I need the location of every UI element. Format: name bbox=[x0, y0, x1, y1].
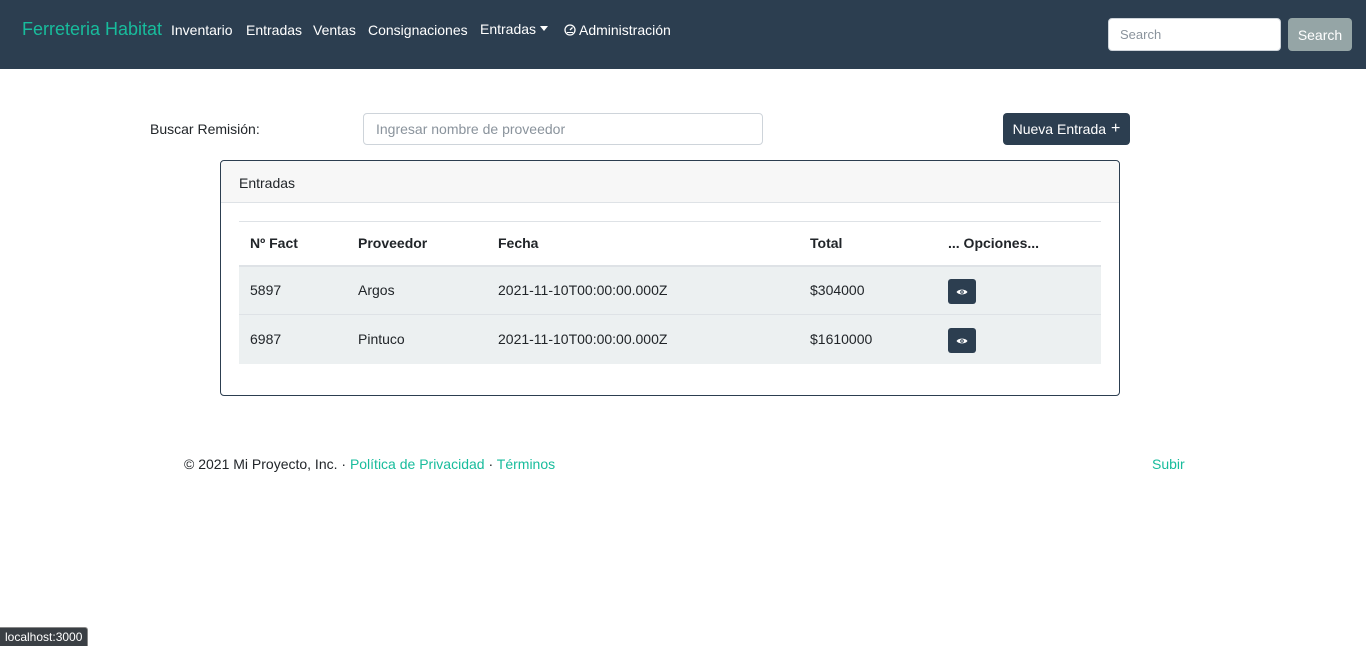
navbar-search-input[interactable] bbox=[1108, 18, 1281, 51]
nav-link-entradas[interactable]: Entradas bbox=[246, 22, 302, 38]
cell-proveedor: Argos bbox=[347, 265, 487, 315]
status-bar-url: localhost:3000 bbox=[0, 627, 89, 646]
table-row: 5897 Argos 2021-11-10T00:00:00.000Z $304… bbox=[239, 265, 1101, 315]
copyright-text: © 2021 Mi Proyecto, Inc. · bbox=[184, 456, 350, 472]
brand-link[interactable]: Ferreteria Habitat bbox=[22, 19, 162, 40]
new-entry-label: Nueva Entrada bbox=[1012, 121, 1107, 137]
caret-down-icon bbox=[540, 26, 549, 31]
top-navbar: Ferreteria Habitat Inventario Entradas V… bbox=[0, 0, 1366, 69]
nav-link-administracion[interactable]: Administración bbox=[564, 22, 671, 38]
dashboard-icon bbox=[564, 24, 576, 36]
cell-fecha: 2021-11-10T00:00:00.000Z bbox=[487, 265, 799, 315]
back-to-top-link[interactable]: Subir bbox=[1152, 456, 1185, 472]
footer-separator: · bbox=[484, 456, 497, 472]
table-row: 6987 Pintuco 2021-11-10T00:00:00.000Z $1… bbox=[239, 314, 1101, 364]
provider-search-input[interactable] bbox=[363, 113, 763, 145]
navbar-search-button[interactable]: Search bbox=[1288, 18, 1352, 51]
plus-icon: + bbox=[1111, 120, 1121, 137]
eye-icon bbox=[956, 289, 968, 295]
column-header-fecha: Fecha bbox=[487, 221, 799, 267]
nav-link-consignaciones[interactable]: Consignaciones bbox=[368, 22, 468, 38]
admin-label: Administración bbox=[579, 22, 671, 38]
entries-card: Entradas Nº Fact Proveedor Fecha Total .… bbox=[220, 160, 1120, 396]
column-header-total: Total bbox=[799, 221, 937, 267]
cell-fact: 6987 bbox=[239, 314, 347, 364]
table-header-row: Nº Fact Proveedor Fecha Total ... Opcion… bbox=[239, 221, 1101, 267]
cell-total: $1610000 bbox=[799, 314, 937, 364]
cell-proveedor: Pintuco bbox=[347, 314, 487, 364]
nav-dropdown-entradas[interactable]: Entradas bbox=[480, 21, 549, 37]
column-header-opciones: ... Opciones... bbox=[937, 221, 1101, 267]
cell-opciones bbox=[937, 265, 1101, 315]
dropdown-label: Entradas bbox=[480, 21, 537, 37]
footer-copyright: © 2021 Mi Proyecto, Inc. · Política de P… bbox=[184, 456, 555, 472]
nav-link-ventas[interactable]: Ventas bbox=[313, 22, 356, 38]
card-title: Entradas bbox=[221, 161, 1119, 203]
terms-link[interactable]: Términos bbox=[497, 456, 555, 472]
cell-opciones bbox=[937, 314, 1101, 364]
view-entry-button[interactable] bbox=[948, 328, 976, 354]
cell-fact: 5897 bbox=[239, 265, 347, 315]
column-header-fact: Nº Fact bbox=[239, 221, 347, 267]
view-entry-button[interactable] bbox=[948, 279, 976, 305]
search-remision-label: Buscar Remisión: bbox=[150, 121, 260, 137]
eye-icon bbox=[956, 338, 968, 344]
privacy-link[interactable]: Política de Privacidad bbox=[350, 456, 485, 472]
column-header-proveedor: Proveedor bbox=[347, 221, 487, 267]
cell-fecha: 2021-11-10T00:00:00.000Z bbox=[487, 314, 799, 364]
cell-total: $304000 bbox=[799, 265, 937, 315]
nav-link-inventario[interactable]: Inventario bbox=[171, 22, 232, 38]
entries-table: Nº Fact Proveedor Fecha Total ... Opcion… bbox=[239, 221, 1101, 364]
new-entry-button[interactable]: Nueva Entrada + bbox=[1003, 113, 1130, 145]
